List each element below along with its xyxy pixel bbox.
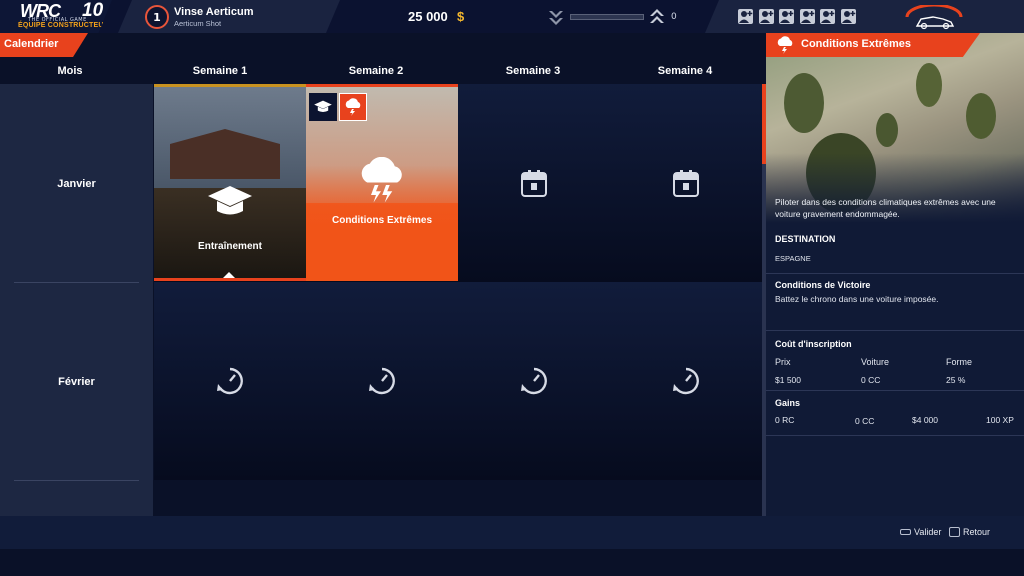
image-tree — [876, 113, 898, 147]
month-divider — [14, 282, 139, 283]
destination-title: DESTINATION — [775, 234, 836, 244]
timer-icon — [673, 367, 699, 395]
calendar-icon — [673, 169, 699, 197]
image-tree — [966, 93, 996, 139]
month-divider — [14, 480, 139, 481]
crew-member-slot-icon[interactable] — [840, 9, 856, 24]
crew-member-slot-icon[interactable] — [758, 9, 774, 24]
crew-member-slot-icon[interactable] — [799, 9, 815, 24]
car-condition-icon — [905, 5, 963, 30]
back-button[interactable]: Retour — [963, 527, 990, 537]
locked-week-cell[interactable] — [306, 282, 458, 480]
level-progress-bar — [570, 14, 644, 20]
panel-divider — [766, 273, 1024, 274]
header-week-1: Semaine 1 — [192, 65, 248, 77]
player-name: Vinse Aerticum — [174, 6, 254, 18]
calendar-grid: Entraînement Conditions Extrêmes — [154, 84, 762, 516]
cost-value-price: $1 500 — [775, 375, 801, 385]
empty-week-cell[interactable] — [610, 84, 762, 281]
panel-divider — [766, 390, 1024, 391]
event-detail-panel: Conditions Extrêmes Piloter dans des con… — [766, 33, 1024, 516]
locked-week-cell[interactable] — [154, 282, 306, 480]
graduation-cap-icon — [208, 186, 252, 215]
game-logo: WRC 10 THE OFFICIAL GAME ÉQUIPE CONSTRUC… — [0, 0, 112, 33]
storm-cloud-icon — [777, 36, 793, 54]
header-week-3: Semaine 3 — [505, 65, 561, 77]
event-extreme-label: Conditions Extrêmes — [331, 215, 433, 226]
graduation-cap-icon — [314, 100, 332, 112]
month-january: Janvier — [57, 178, 96, 190]
validate-button[interactable]: Valider — [914, 527, 941, 537]
crew-member-slot-icon[interactable] — [820, 9, 835, 24]
panel-divider — [766, 435, 1024, 436]
gain-rc: 0 RC — [775, 415, 795, 425]
locked-week-cell[interactable] — [458, 282, 610, 480]
header-week-2: Semaine 2 — [348, 65, 404, 77]
money-amount: 25 000 — [408, 9, 448, 24]
training-mini-badge — [309, 93, 337, 121]
selected-underline — [154, 278, 306, 281]
crew-member-slot-icon[interactable] — [738, 9, 753, 24]
cost-header-price: Prix — [775, 357, 791, 367]
player-rank-badge: 1 — [145, 5, 169, 29]
crew-member-slot-icon[interactable] — [779, 9, 794, 24]
event-extreme-cell[interactable]: Conditions Extrêmes — [306, 84, 458, 281]
storm-cloud-icon — [345, 98, 361, 116]
month-february: Février — [58, 376, 95, 388]
cost-header-form: Forme — [946, 357, 973, 367]
timer-icon — [217, 367, 243, 395]
calendar-icon — [521, 169, 547, 197]
event-training-cell[interactable]: Entraînement — [154, 84, 306, 281]
event-detail-header: Conditions Extrêmes — [766, 33, 980, 57]
extreme-mini-badge — [339, 93, 367, 121]
victory-text: Battez le chrono dans une voiture imposé… — [775, 294, 939, 304]
gain-money: $4 000 — [912, 415, 938, 425]
rank-up-icon — [650, 9, 664, 23]
header-week-4: Semaine 4 — [657, 65, 713, 77]
victory-title: Conditions de Victoire — [775, 280, 871, 290]
footer-bar — [0, 516, 1024, 549]
level-value: 0 — [671, 12, 677, 22]
gain-cc: 0 CC — [855, 416, 875, 426]
empty-week-cell[interactable] — [458, 84, 610, 281]
header-month: Mois — [57, 65, 83, 77]
locked-week-cell[interactable] — [610, 282, 762, 480]
currency-symbol: $ — [457, 9, 465, 24]
panel-divider — [766, 330, 1024, 331]
event-training-label: Entraînement — [198, 241, 262, 252]
image-tree — [784, 73, 824, 133]
calendar-tab[interactable]: Calendrier — [0, 33, 88, 57]
cost-value-car: 0 CC — [861, 375, 881, 385]
calendar-header-row: Mois Semaine 1 Semaine 2 Semaine 3 Semai… — [0, 60, 762, 84]
event-detail-title: Conditions Extrêmes — [801, 38, 912, 50]
calendar-tab-label: Calendrier — [4, 38, 59, 50]
rank-down-icon — [549, 11, 563, 25]
cost-value-form: 25 % — [946, 375, 966, 385]
storm-cloud-icon — [361, 157, 402, 203]
gain-xp: 100 XP — [986, 415, 1014, 425]
cost-title: Coût d'inscription — [775, 339, 852, 349]
month-column: Janvier Février — [0, 84, 153, 516]
validate-key-icon — [900, 529, 911, 535]
timer-icon — [369, 367, 395, 395]
selected-indicator — [223, 272, 235, 278]
cost-header-car: Voiture — [861, 357, 890, 367]
logo-team-mode: ÉQUIPE CONSTRUCTEUR — [18, 22, 109, 29]
footer-bottom-strip — [0, 549, 1024, 576]
destination-value: ESPAGNE — [775, 254, 811, 263]
player-team: Aerticum Shot — [174, 19, 222, 28]
event-description: Piloter dans des conditions climatiques … — [775, 197, 996, 219]
back-key-icon — [949, 527, 960, 537]
timer-icon — [521, 367, 547, 395]
event-detail-image — [766, 33, 1024, 223]
image-tree — [916, 63, 942, 107]
gains-title: Gains — [775, 398, 801, 408]
